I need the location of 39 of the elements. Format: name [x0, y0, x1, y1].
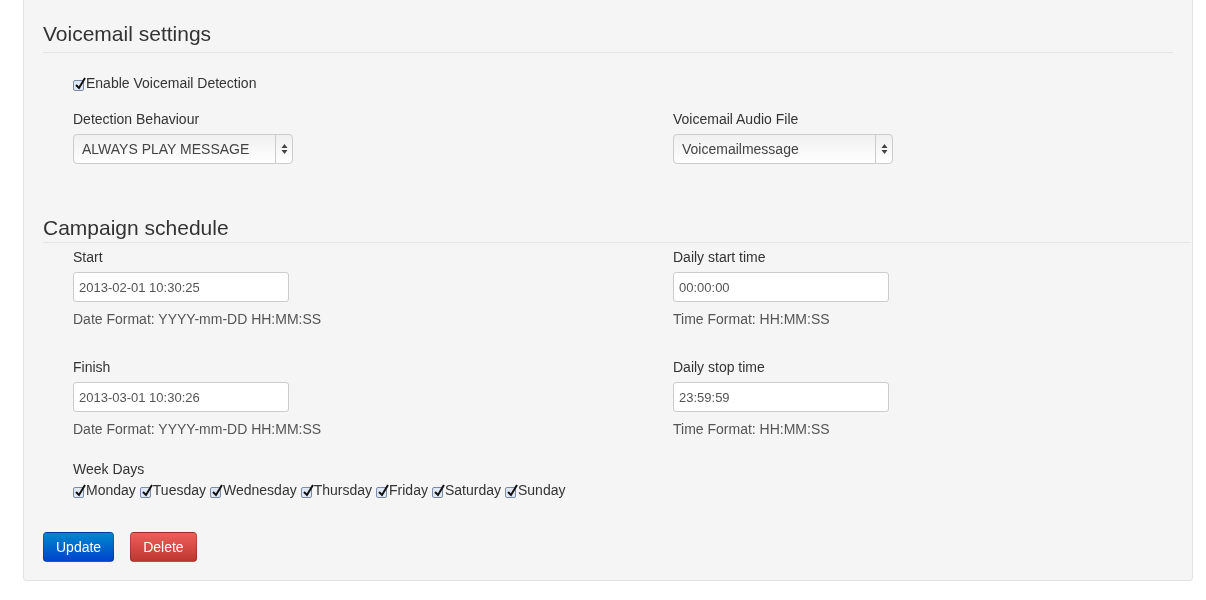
help-text: Date Format: YYYY-mm-DD HH:MM:SS	[73, 420, 323, 439]
checkbox[interactable]	[505, 487, 516, 498]
updown-arrows-icon	[280, 143, 288, 155]
checkbox[interactable]	[376, 487, 388, 498]
checkbox-label: Wednesday	[223, 482, 297, 498]
checkbox-label: Sunday	[518, 482, 566, 498]
field-label: Daily stop time	[673, 358, 766, 377]
field-label: Voicemail Audio File	[673, 110, 800, 129]
field-label: Week Days	[73, 460, 146, 479]
help-text: Time Format: HH:MM:SS	[673, 420, 831, 439]
checkbox[interactable]	[139, 487, 151, 498]
field-label: Start	[73, 248, 104, 267]
checkbox[interactable]	[73, 80, 84, 91]
select-dropdown[interactable]: ALWAYS PLAY MESSAGE	[73, 134, 293, 164]
section-title: Campaign schedule	[43, 215, 230, 241]
checkbox[interactable]	[73, 487, 84, 498]
select-dropdown[interactable]: Voicemailmessage	[673, 134, 893, 164]
checkbox-label: Saturday	[444, 482, 501, 498]
update-button[interactable]: Update	[43, 532, 115, 562]
checkbox-label: Monday	[86, 482, 136, 498]
checkbox[interactable]	[300, 487, 312, 498]
updown-arrows-icon	[880, 143, 888, 155]
checkbox-label: Enable Voicemail Detection	[86, 75, 257, 91]
section-title: Voicemail settings	[43, 21, 213, 47]
field-label: Daily start time	[673, 248, 767, 267]
help-text: Date Format: YYYY-mm-DD HH:MM:SS	[73, 310, 323, 329]
checkbox[interactable]	[431, 487, 443, 498]
checkbox-label: Friday	[389, 482, 428, 498]
field-label: Finish	[73, 358, 112, 377]
checkbox-label: Tuesday	[152, 482, 206, 498]
help-text: Time Format: HH:MM:SS	[673, 310, 831, 329]
text-field[interactable]: 2013-02-01 10:30:25	[73, 272, 289, 302]
text-field[interactable]: 2013-03-01 10:30:26	[73, 382, 289, 412]
field-label: Detection Behaviour	[73, 110, 201, 129]
checkbox[interactable]	[210, 487, 221, 498]
text-field[interactable]: 23:59:59	[673, 382, 889, 412]
checkbox-label: Thursday	[313, 482, 373, 498]
text-field[interactable]: 00:00:00	[673, 272, 889, 302]
delete-button[interactable]: Delete	[130, 532, 197, 562]
